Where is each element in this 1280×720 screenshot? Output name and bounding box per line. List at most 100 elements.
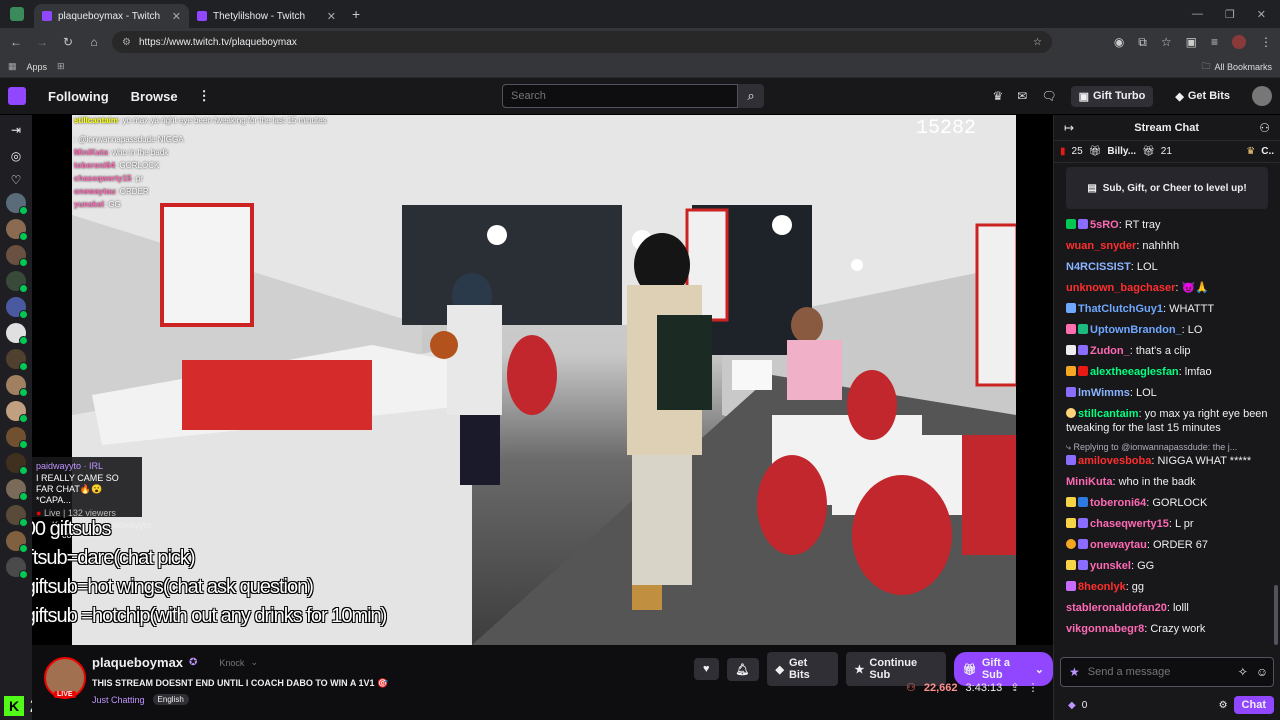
notifications-button[interactable]: 🔔︎ [726, 657, 759, 681]
grid-icon[interactable]: ⊞ [57, 61, 65, 72]
close-window-icon[interactable]: ✕ [1257, 8, 1266, 21]
get-bits-button[interactable]: ◆ Get Bits [766, 652, 838, 686]
avatar[interactable] [6, 219, 28, 241]
level-up-banner[interactable]: ▤ Sub, Gift, or Cheer to level up! [1066, 167, 1268, 209]
knock-button[interactable]: Knock [219, 658, 244, 668]
settings-gear-icon[interactable]: ⚙ [1219, 700, 1228, 711]
bookmark-apps[interactable]: Apps [27, 62, 48, 72]
inbox-icon[interactable]: ✉ [1017, 89, 1027, 103]
site-info-icon[interactable]: ⚙ [122, 37, 131, 48]
star-icon[interactable]: ★ [1069, 665, 1080, 679]
avatar[interactable] [6, 323, 28, 345]
collapse-chat-icon[interactable]: ↦ [1064, 121, 1074, 135]
community-icon[interactable]: ⚇ [1259, 121, 1270, 135]
crown-icon[interactable]: ♛ [993, 89, 1004, 103]
chat-username[interactable]: amilovesboba [1078, 455, 1151, 467]
share-icon[interactable]: ⇪ [1010, 681, 1019, 694]
puzzle-icon[interactable]: ⧉ [1138, 35, 1147, 50]
more-vert-icon[interactable]: ⋮ [198, 88, 211, 104]
chat-username[interactable]: yunskel [1090, 560, 1131, 572]
back-icon[interactable]: ← [8, 35, 24, 49]
chat-username[interactable]: chaseqwerty15 [1090, 518, 1169, 530]
chat-username[interactable]: stillcantaim [1078, 408, 1139, 420]
avatar[interactable] [6, 557, 28, 579]
twitch-logo-icon[interactable] [8, 87, 26, 105]
favorites-icon[interactable]: ☆ [1161, 35, 1172, 50]
collapse-sidebar-icon[interactable]: ⇥ [0, 115, 32, 137]
avatar[interactable] [6, 297, 28, 319]
avatar[interactable] [6, 453, 28, 475]
channel-preview-card[interactable]: paidwayyto · IRL I REALLY CAME SO FAR CH… [32, 457, 142, 518]
chat-username[interactable]: MiniKuta [1066, 476, 1112, 488]
avatar[interactable] [6, 193, 28, 215]
home-icon[interactable]: ⌂ [86, 35, 102, 49]
channel-points-icon[interactable]: ◆ [1068, 700, 1076, 711]
chat-username[interactable]: lmWimms [1078, 387, 1130, 399]
chat-username[interactable]: unknown_bagchaser [1066, 282, 1175, 294]
chevron-down-icon[interactable]: ⌄ [250, 657, 258, 668]
chat-scrollbar[interactable] [1274, 585, 1278, 645]
recommended-icon[interactable]: ◎ [0, 149, 32, 163]
tag-english[interactable]: English [152, 694, 189, 705]
avatar[interactable] [6, 401, 28, 423]
chat-username[interactable]: UptownBrandon_ [1090, 324, 1182, 336]
chat-username[interactable]: wuan_snyder [1066, 240, 1136, 252]
minimize-icon[interactable]: — [1192, 8, 1203, 21]
apps-grid-icon[interactable]: ▦ [8, 61, 17, 72]
avatar[interactable] [6, 531, 28, 553]
address-bar[interactable]: ⚙ https://www.twitch.tv/plaqueboymax ☆ [112, 31, 1052, 53]
emote-icon[interactable]: ☺ [1256, 665, 1268, 679]
user-avatar[interactable] [1252, 86, 1272, 106]
new-tab-icon[interactable]: + [352, 6, 360, 22]
chat-username[interactable]: alextheeaglesfan [1090, 366, 1179, 378]
avatar[interactable] [6, 505, 28, 527]
close-icon[interactable]: ✕ [172, 10, 181, 23]
whispers-icon[interactable]: 🗨 [1041, 89, 1056, 103]
tab-plaqueboymax[interactable]: plaqueboymax - Twitch ✕ [34, 4, 189, 28]
browser-profile-icon[interactable] [10, 7, 24, 21]
tab-thetylilshow[interactable]: Thetylilshow - Twitch ✕ [189, 4, 344, 28]
avatar[interactable] [6, 375, 28, 397]
chat-username[interactable]: Zudon_ [1090, 345, 1130, 357]
chat-username[interactable]: ThatClutchGuy1 [1078, 303, 1163, 315]
chat-username[interactable]: stableronaldofan20 [1066, 602, 1167, 614]
chat-username[interactable]: 8heonlyk [1078, 581, 1126, 593]
forward-icon[interactable]: → [34, 35, 50, 49]
nav-browse[interactable]: Browse [131, 89, 178, 104]
bookmark-star-icon[interactable]: ☆ [1033, 37, 1042, 48]
close-icon[interactable]: ✕ [327, 10, 336, 23]
all-bookmarks[interactable]: 🗀 All Bookmarks [1201, 59, 1272, 75]
avatar-icon[interactable] [1232, 34, 1246, 49]
bits-icon[interactable]: ✧ [1238, 665, 1248, 679]
avatar[interactable] [6, 245, 28, 267]
chat-username[interactable]: N4RCISSIST [1066, 261, 1131, 273]
collections-icon[interactable]: ▣ [1186, 35, 1197, 50]
avatar[interactable] [6, 427, 28, 449]
channel-name[interactable]: plaqueboymax [92, 655, 183, 670]
search-button[interactable]: ⌕ [738, 84, 764, 108]
follow-heart-button[interactable]: ♥ [694, 658, 719, 680]
category-link[interactable]: Just Chatting [92, 695, 145, 705]
search-input[interactable] [502, 84, 738, 108]
leaderboard-name[interactable]: Billy... [1107, 146, 1136, 157]
chat-username[interactable]: 5sRO [1090, 219, 1119, 231]
nav-following[interactable]: Following [48, 89, 109, 104]
avatar[interactable] [6, 349, 28, 371]
chat-username[interactable]: toberoni64 [1090, 497, 1146, 509]
maximize-icon[interactable]: ❐ [1225, 8, 1235, 21]
more-vert-icon[interactable]: ⋮ [1027, 681, 1038, 694]
chat-send-button[interactable]: Chat [1233, 696, 1274, 714]
more-vert-icon[interactable]: ⋮ [1260, 35, 1272, 50]
get-bits-button[interactable]: ◆ Get Bits [1167, 86, 1238, 107]
chat-input[interactable] [1087, 666, 1230, 678]
menu-lines-icon[interactable]: ≡ [1211, 35, 1218, 50]
extension-icon[interactable]: ◉ [1114, 35, 1124, 50]
gift-turbo-button[interactable]: ▣ Gift Turbo [1070, 85, 1154, 107]
avatar[interactable] [6, 479, 28, 501]
leaderboard-name[interactable]: C.. [1261, 146, 1274, 157]
avatar[interactable] [6, 271, 28, 293]
video-player[interactable]: stillcantaim: yo max ya right eye been t… [32, 115, 1053, 645]
chat-username[interactable]: onewaytau [1090, 539, 1147, 551]
reload-icon[interactable]: ↻ [60, 35, 76, 49]
chat-username[interactable]: vikgonnabegr8 [1066, 623, 1144, 635]
